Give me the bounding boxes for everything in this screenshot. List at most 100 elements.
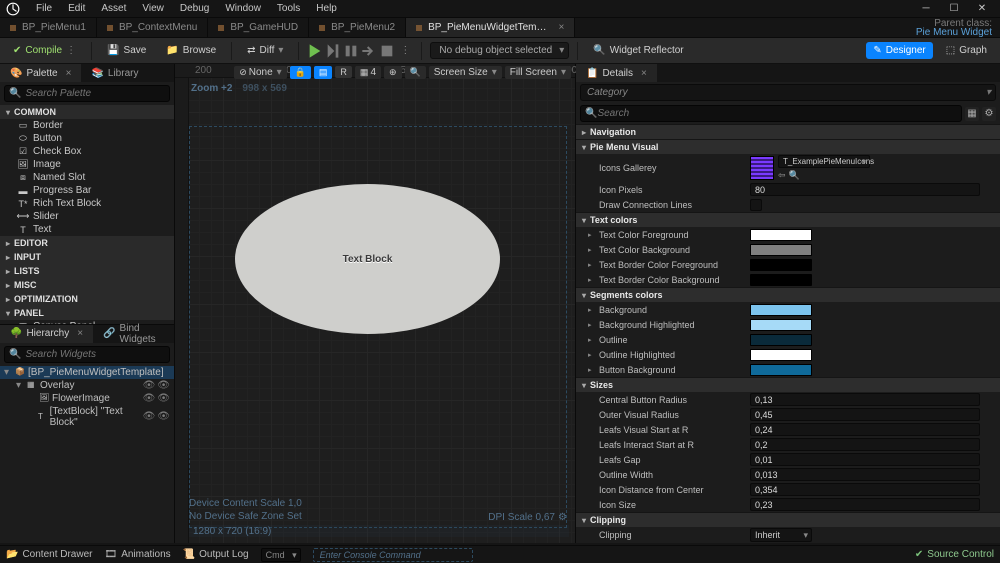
category-misc[interactable]: MISC	[0, 278, 174, 292]
color-swatch[interactable]	[750, 259, 812, 271]
palette-item[interactable]: 🖼Image	[0, 158, 174, 171]
graph-button[interactable]: ⬚Graph	[939, 42, 994, 59]
category-panel[interactable]: PANEL	[0, 306, 174, 320]
detail-category[interactable]: Clipping	[576, 512, 1000, 527]
color-swatch[interactable]	[750, 364, 812, 376]
vp-grid-icon[interactable]: ▦ 4	[355, 66, 381, 79]
step-button[interactable]	[361, 43, 377, 59]
menu-asset[interactable]: Asset	[93, 3, 134, 14]
number-input[interactable]: 0,013	[750, 468, 980, 481]
menu-help[interactable]: Help	[308, 3, 345, 14]
category-input[interactable]: INPUT	[0, 250, 174, 264]
palette-search-input[interactable]	[25, 88, 165, 99]
window-close[interactable]: ✕	[968, 1, 996, 17]
use-selected-icon[interactable]: ⇦	[778, 170, 786, 181]
visibility-icon[interactable]: 👁	[143, 411, 156, 422]
palette-item[interactable]: ⬭Button	[0, 132, 174, 145]
number-input[interactable]: 80	[750, 183, 980, 196]
browse-button[interactable]: 📁Browse	[159, 42, 223, 59]
details-grid-icon[interactable]: ▦	[965, 107, 979, 121]
stop-button[interactable]	[379, 43, 395, 59]
visibility-icon[interactable]: 👁	[143, 393, 156, 404]
hierarchy-search-input[interactable]	[25, 349, 165, 360]
vp-screen-size[interactable]: Screen Size▾	[429, 66, 502, 79]
pause-button[interactable]	[343, 43, 359, 59]
editor-tab[interactable]: BP_PieMenuWidgetTem…×	[406, 18, 575, 37]
close-icon[interactable]: ×	[66, 68, 72, 79]
number-input[interactable]: 0,354	[750, 483, 980, 496]
menu-view[interactable]: View	[134, 3, 172, 14]
save-button[interactable]: 💾Save	[100, 42, 153, 59]
editor-tab[interactable]: BP_ContextMenu	[97, 18, 208, 37]
category-common[interactable]: COMMON	[0, 105, 174, 119]
play-button[interactable]	[307, 43, 323, 59]
vp-none[interactable]: ⊘ None▾	[234, 66, 286, 79]
editor-tab[interactable]: BP_PieMenu1	[0, 18, 97, 37]
bind-widgets-tab[interactable]: 🔗 Bind Widgets	[93, 325, 174, 343]
console-command-input[interactable]: Enter Console Command	[313, 548, 473, 562]
number-input[interactable]: 0,24	[750, 423, 980, 436]
palette-tab[interactable]: 🎨 Palette×	[0, 64, 81, 82]
parent-class-link[interactable]: Parent class:Pie Menu Widget	[908, 18, 1000, 37]
vp-loc-icon[interactable]: ⊕	[384, 66, 402, 79]
detail-category[interactable]: Text colors	[576, 212, 1000, 227]
number-input[interactable]: 0,13	[750, 393, 980, 406]
palette-item[interactable]: ▭Border	[0, 119, 174, 132]
color-swatch[interactable]	[750, 229, 812, 241]
number-input[interactable]: 0,2	[750, 438, 980, 451]
output-log-button[interactable]: 📜 Output Log	[183, 549, 249, 560]
cmd-type-dropdown[interactable]: Cmd	[261, 548, 301, 562]
vp-layout-icon[interactable]: ▤	[314, 66, 333, 79]
asset-dropdown[interactable]: T_ExamplePieMenuIcons	[778, 155, 870, 168]
editor-tab[interactable]: BP_GameHUD	[208, 18, 309, 37]
debug-object-select[interactable]: No debug object selected	[430, 42, 569, 59]
hierarchy-item[interactable]: 🖼FlowerImage👁👁	[0, 392, 174, 405]
gear-icon[interactable]: ⚙	[982, 107, 996, 121]
content-drawer-button[interactable]: 📂 Content Drawer	[6, 549, 92, 560]
gear-icon[interactable]: ⚙	[558, 512, 567, 523]
vp-resolution-icon[interactable]: R	[335, 66, 352, 78]
menu-tools[interactable]: Tools	[269, 3, 308, 14]
category-optimization[interactable]: OPTIMIZATION	[0, 292, 174, 306]
designer-button[interactable]: ✎Designer	[866, 42, 932, 59]
source-control-button[interactable]: Source Control	[915, 549, 994, 560]
details-search-input[interactable]	[597, 108, 957, 119]
color-swatch[interactable]	[750, 304, 812, 316]
menu-window[interactable]: Window	[217, 3, 269, 14]
window-maximize[interactable]: ☐	[940, 1, 968, 17]
category-editor[interactable]: EDITOR	[0, 236, 174, 250]
browse-asset-icon[interactable]: 🔍	[789, 170, 800, 181]
category-dropdown[interactable]: Category	[580, 84, 996, 101]
visibility-icon[interactable]: 👁	[143, 380, 156, 391]
palette-item[interactable]: ☑Check Box	[0, 145, 174, 158]
color-swatch[interactable]	[750, 274, 812, 286]
vp-fill-screen[interactable]: Fill Screen▾	[505, 66, 571, 79]
widget-reflector-button[interactable]: 🔍Widget Reflector	[586, 42, 690, 59]
color-swatch[interactable]	[750, 334, 812, 346]
number-input[interactable]: 0,45	[750, 408, 980, 421]
hierarchy-item[interactable]: T[TextBlock] "Text Block"👁👁	[0, 405, 174, 429]
category-lists[interactable]: LISTS	[0, 264, 174, 278]
detail-category[interactable]: Segments colors	[576, 287, 1000, 302]
dropdown[interactable]: Inherit	[750, 528, 812, 542]
animations-button[interactable]: 🎞 Animations	[104, 549, 170, 560]
skip-button[interactable]	[325, 43, 341, 59]
menu-file[interactable]: File	[28, 3, 60, 14]
asset-thumbnail[interactable]	[750, 156, 774, 180]
window-minimize[interactable]: ─	[912, 1, 940, 17]
library-tab[interactable]: 📚 Library	[81, 64, 148, 82]
color-swatch[interactable]	[750, 244, 812, 256]
hierarchy-tab[interactable]: 🌳 Hierarchy×	[0, 325, 93, 343]
compile-button[interactable]: ✔Compile⋮	[6, 42, 83, 59]
hierarchy-item[interactable]: ▾▦Overlay👁👁	[0, 379, 174, 392]
close-icon[interactable]: ×	[641, 68, 647, 79]
lock-icon[interactable]: 👁	[157, 393, 170, 404]
menu-debug[interactable]: Debug	[172, 3, 217, 14]
number-input[interactable]: 0,23	[750, 498, 980, 511]
eject-button[interactable]: ⋮	[397, 43, 413, 59]
details-tab[interactable]: 📋 Details×	[576, 64, 657, 82]
palette-item[interactable]: TText	[0, 223, 174, 236]
palette-item[interactable]: ▬Progress Bar	[0, 184, 174, 197]
detail-category[interactable]: Pie Menu Visual	[576, 139, 1000, 154]
number-input[interactable]: 0,01	[750, 453, 980, 466]
